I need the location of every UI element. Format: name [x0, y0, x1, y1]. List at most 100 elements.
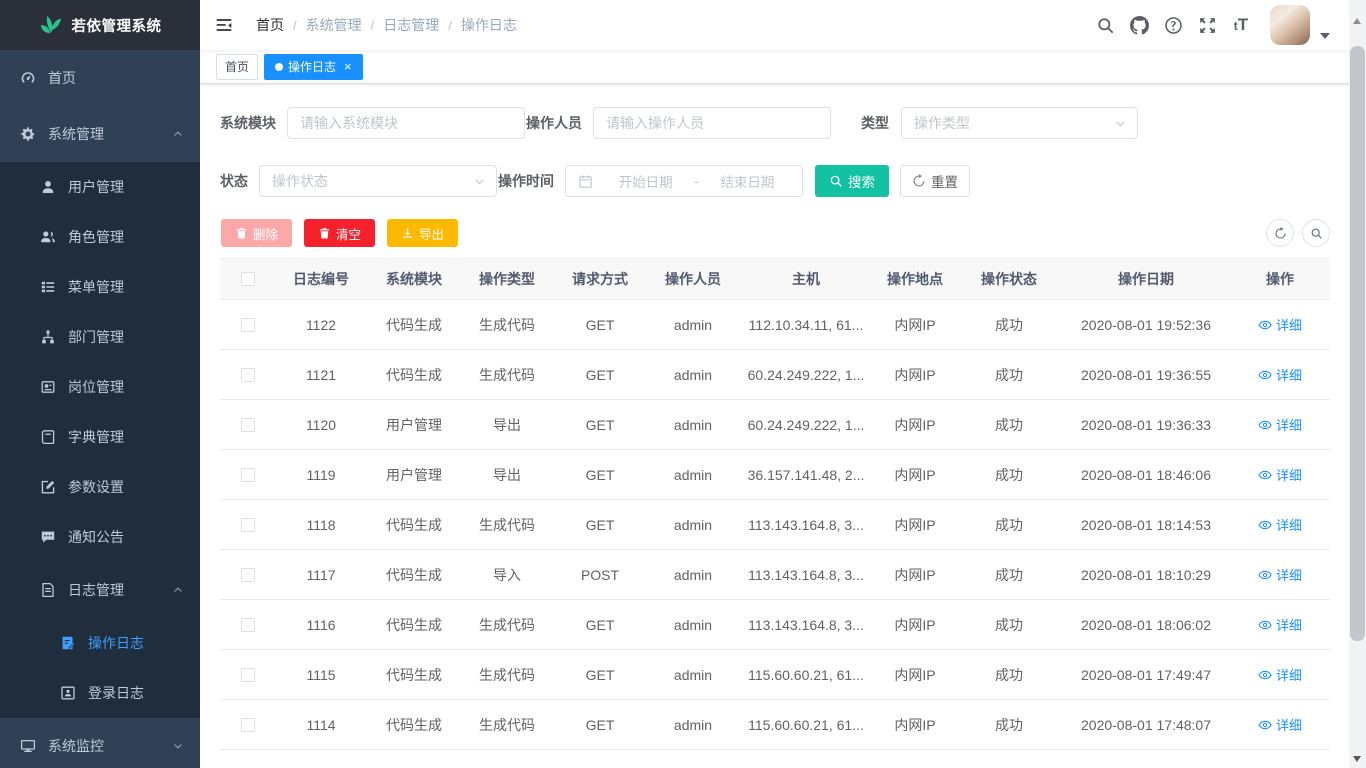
breadcrumb-item[interactable]: 首页 [256, 15, 284, 35]
detail-link[interactable]: 详细 [1258, 415, 1302, 434]
date-cell: 2020-08-01 19:52:36 [1062, 317, 1230, 333]
close-icon[interactable] [344, 60, 352, 73]
refresh-table-button[interactable] [1266, 219, 1294, 247]
sidebar-item-dept-management[interactable]: 部门管理 [0, 312, 200, 362]
sidebar-item-notice[interactable]: 通知公告 [0, 512, 200, 562]
row-checkbox[interactable] [241, 318, 255, 332]
monitor-icon [20, 738, 36, 754]
search-button[interactable]: 搜索 [815, 165, 889, 197]
detail-link[interactable]: 详细 [1258, 365, 1302, 384]
module-cell: 代码生成 [366, 365, 462, 385]
github-link[interactable] [1122, 0, 1156, 50]
detail-link[interactable]: 详细 [1258, 615, 1302, 634]
sidebar-item-log-management[interactable]: 日志管理 [0, 562, 200, 618]
status-cell: 成功 [956, 565, 1062, 585]
font-size-icon: tT [1234, 15, 1248, 35]
row-checkbox[interactable] [241, 568, 255, 582]
sidebar-item-label: 登录日志 [88, 683, 144, 703]
export-button[interactable]: 导出 [387, 219, 458, 247]
row-checkbox[interactable] [241, 518, 255, 532]
op-type-cell: 生成代码 [462, 315, 552, 335]
chevron-down-icon [1114, 117, 1127, 130]
sidebar-item-param-settings[interactable]: 参数设置 [0, 462, 200, 512]
row-checkbox[interactable] [241, 368, 255, 382]
host-cell: 36.157.141.48, 2... [738, 467, 874, 483]
type-select[interactable]: 操作类型 [901, 107, 1138, 139]
search-icon [1310, 227, 1323, 240]
top-navbar: 首页 / 系统管理 / 日志管理 / 操作日志 tT [200, 0, 1350, 50]
sidebar-item-login-log[interactable]: 登录日志 [0, 668, 200, 718]
detail-link[interactable]: 详细 [1258, 715, 1302, 734]
gear-icon [20, 126, 36, 142]
reset-button[interactable]: 重置 [900, 165, 970, 197]
detail-link[interactable]: 详细 [1258, 565, 1302, 584]
delete-button[interactable]: 删除 [221, 219, 292, 247]
tab-operation-log[interactable]: 操作日志 [264, 54, 363, 80]
location-cell: 内网IP [874, 515, 956, 535]
detail-link[interactable]: 详细 [1258, 315, 1302, 334]
status-label: 状态 [220, 171, 259, 191]
search-icon [829, 174, 843, 188]
op-type-cell: 生成代码 [462, 665, 552, 685]
form-icon [60, 635, 76, 651]
action-cell: 详细 [1230, 565, 1330, 584]
sidebar-item-system-management[interactable]: 系统管理 [0, 106, 200, 162]
search-icon [1096, 16, 1115, 35]
row-checkbox-cell [220, 318, 276, 332]
row-checkbox[interactable] [241, 718, 255, 732]
method-cell: GET [552, 317, 648, 333]
table-toolbar: 删除 清空 导出 [220, 219, 1330, 247]
eye-icon [1258, 418, 1272, 432]
question-icon [1164, 16, 1183, 35]
font-size-button[interactable]: tT [1224, 0, 1258, 50]
sidebar-item-post-management[interactable]: 岗位管理 [0, 362, 200, 412]
clear-button[interactable]: 清空 [304, 219, 375, 247]
row-checkbox[interactable] [241, 418, 255, 432]
module-input[interactable] [287, 107, 525, 139]
sidebar-item-menu-management[interactable]: 菜单管理 [0, 262, 200, 312]
app-logo[interactable]: 若依管理系统 [0, 0, 200, 50]
status-cell: 成功 [956, 415, 1062, 435]
chevron-down-icon [172, 740, 184, 752]
select-all-checkbox[interactable] [241, 272, 255, 286]
sidebar-item-label: 岗位管理 [68, 377, 124, 397]
scrollbar-thumb[interactable] [1350, 46, 1365, 641]
detail-link-label: 详细 [1276, 715, 1302, 734]
scrollbar-down-arrow-icon[interactable] [1353, 756, 1361, 762]
detail-link[interactable]: 详细 [1258, 465, 1302, 484]
toggle-search-button[interactable] [1302, 219, 1330, 247]
user-menu[interactable] [1270, 5, 1330, 45]
sidebar-item-system-monitor[interactable]: 系统监控 [0, 718, 200, 768]
tab-home[interactable]: 首页 [216, 54, 258, 80]
sidebar-item-user-management[interactable]: 用户管理 [0, 162, 200, 212]
action-cell: 详细 [1230, 615, 1330, 634]
fullscreen-button[interactable] [1190, 0, 1224, 50]
sidebar-item-label: 系统管理 [48, 124, 104, 144]
breadcrumb-item: 系统管理 [306, 15, 362, 35]
sidebar-item-home[interactable]: 首页 [0, 50, 200, 106]
refresh-icon [1274, 227, 1287, 240]
detail-link[interactable]: 详细 [1258, 515, 1302, 534]
row-checkbox[interactable] [241, 468, 255, 482]
sidebar-item-dict-management[interactable]: 字典管理 [0, 412, 200, 462]
column-header: 操作地点 [874, 269, 956, 289]
detail-link[interactable]: 详细 [1258, 665, 1302, 684]
sidebar-item-role-management[interactable]: 角色管理 [0, 212, 200, 262]
scrollbar-up-arrow-icon[interactable] [1353, 18, 1361, 24]
sidebar-item-operation-log[interactable]: 操作日志 [0, 618, 200, 668]
sidebar-toggle-button[interactable] [200, 0, 248, 50]
reset-button-label: 重置 [931, 171, 958, 191]
docs-help-button[interactable] [1156, 0, 1190, 50]
module-cell: 代码生成 [366, 565, 462, 585]
page-scrollbar[interactable] [1349, 0, 1366, 768]
avatar[interactable] [1270, 5, 1310, 45]
operator-input[interactable] [593, 107, 831, 139]
operator-cell: admin [648, 317, 738, 333]
table-row: 1118 代码生成 生成代码 GET admin 113.143.164.8, … [220, 500, 1330, 550]
row-checkbox[interactable] [241, 668, 255, 682]
header-search-button[interactable] [1088, 0, 1122, 50]
date-range-picker[interactable]: 开始日期 - 结束日期 [565, 165, 803, 197]
status-select[interactable]: 操作状态 [259, 165, 497, 197]
row-checkbox[interactable] [241, 618, 255, 632]
column-header: 操作 [1230, 269, 1330, 289]
